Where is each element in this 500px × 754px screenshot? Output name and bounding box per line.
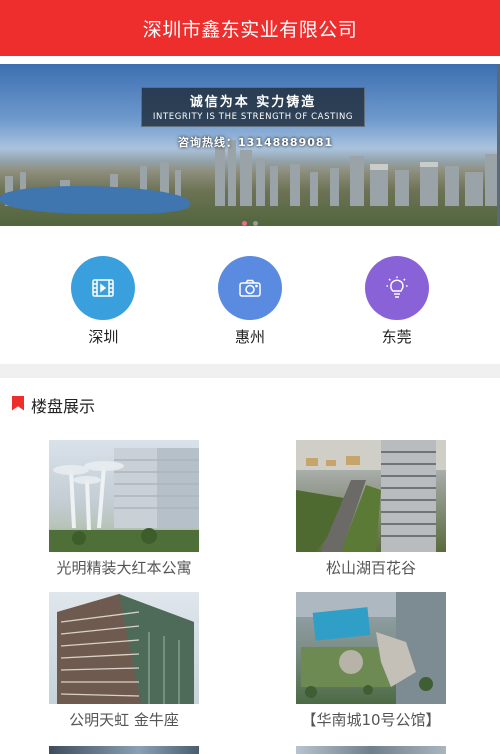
film-icon (71, 256, 136, 320)
city-nav: 深圳 惠州 东莞 (0, 226, 500, 364)
property-name[interactable]: 公明天虹 金牛座 (19, 709, 229, 730)
property-name[interactable]: 松山湖百花谷 (266, 557, 476, 578)
slogan-chinese: 诚信为本 实力铸造 (189, 95, 317, 110)
carousel-dot-1[interactable] (242, 221, 247, 226)
nav-label-dongguan: 东莞 (381, 328, 412, 346)
property-card[interactable]: 公明天虹 金牛座 (19, 592, 229, 730)
nav-label-huizhou: 惠州 (234, 328, 265, 346)
property-card[interactable]: 松山湖百花谷 (266, 440, 476, 578)
property-image[interactable] (296, 440, 446, 552)
property-photo-art (57, 594, 194, 704)
banner-carousel[interactable]: 诚信为本 实力铸造 INTEGRITY IS THE STRENGTH OF C… (0, 56, 500, 226)
carousel-dots[interactable] (0, 221, 500, 226)
property-image[interactable] (49, 746, 199, 754)
property-photo-art (296, 440, 446, 552)
property-photo-art (49, 448, 199, 552)
lightbulb-icon (364, 256, 429, 320)
property-section: 楼盘展示 光明精装大红本公寓 松山湖百花谷 公明天虹 金牛座 【华南城10号公馆… (0, 378, 500, 754)
camera-icon (217, 256, 282, 320)
section-title: 楼盘展示 (31, 397, 96, 416)
banner-image[interactable]: 诚信为本 实力铸造 INTEGRITY IS THE STRENGTH OF C… (0, 64, 497, 226)
company-title: 深圳市鑫东实业有限公司 (142, 18, 358, 41)
carousel-dot-2[interactable] (253, 221, 258, 226)
slogan-box: 诚信为本 实力铸造 INTEGRITY IS THE STRENGTH OF C… (141, 87, 365, 127)
slogan-english: INTEGRITY IS THE STRENGTH OF CASTING (152, 112, 354, 122)
property-image[interactable] (296, 746, 446, 754)
property-image[interactable] (49, 592, 199, 704)
section-header: 楼盘展示 (0, 378, 500, 432)
nav-label-shenzhen: 深圳 (88, 328, 119, 346)
property-photo-art (296, 592, 446, 704)
property-card[interactable]: 【华南城10号公馆】 (266, 592, 476, 730)
property-image[interactable] (49, 440, 199, 552)
nav-item-shenzhen[interactable]: 深圳 (58, 226, 148, 364)
app-header: 深圳市鑫东实业有限公司 (0, 0, 500, 56)
property-name[interactable]: 光明精装大红本公寓 (19, 557, 229, 578)
property-card[interactable] (19, 746, 229, 754)
hotline-text: 咨询热线：13148889081 (178, 136, 334, 149)
property-grid: 光明精装大红本公寓 松山湖百花谷 公明天虹 金牛座 【华南城10号公馆】 (0, 432, 500, 754)
property-image[interactable] (296, 592, 446, 704)
property-card[interactable] (266, 746, 476, 754)
nav-item-huizhou[interactable]: 惠州 (205, 226, 295, 364)
property-name[interactable]: 【华南城10号公馆】 (266, 709, 476, 730)
bookmark-icon (12, 395, 24, 411)
property-card[interactable]: 光明精装大红本公寓 (19, 440, 229, 578)
nav-item-dongguan[interactable]: 东莞 (352, 226, 442, 364)
